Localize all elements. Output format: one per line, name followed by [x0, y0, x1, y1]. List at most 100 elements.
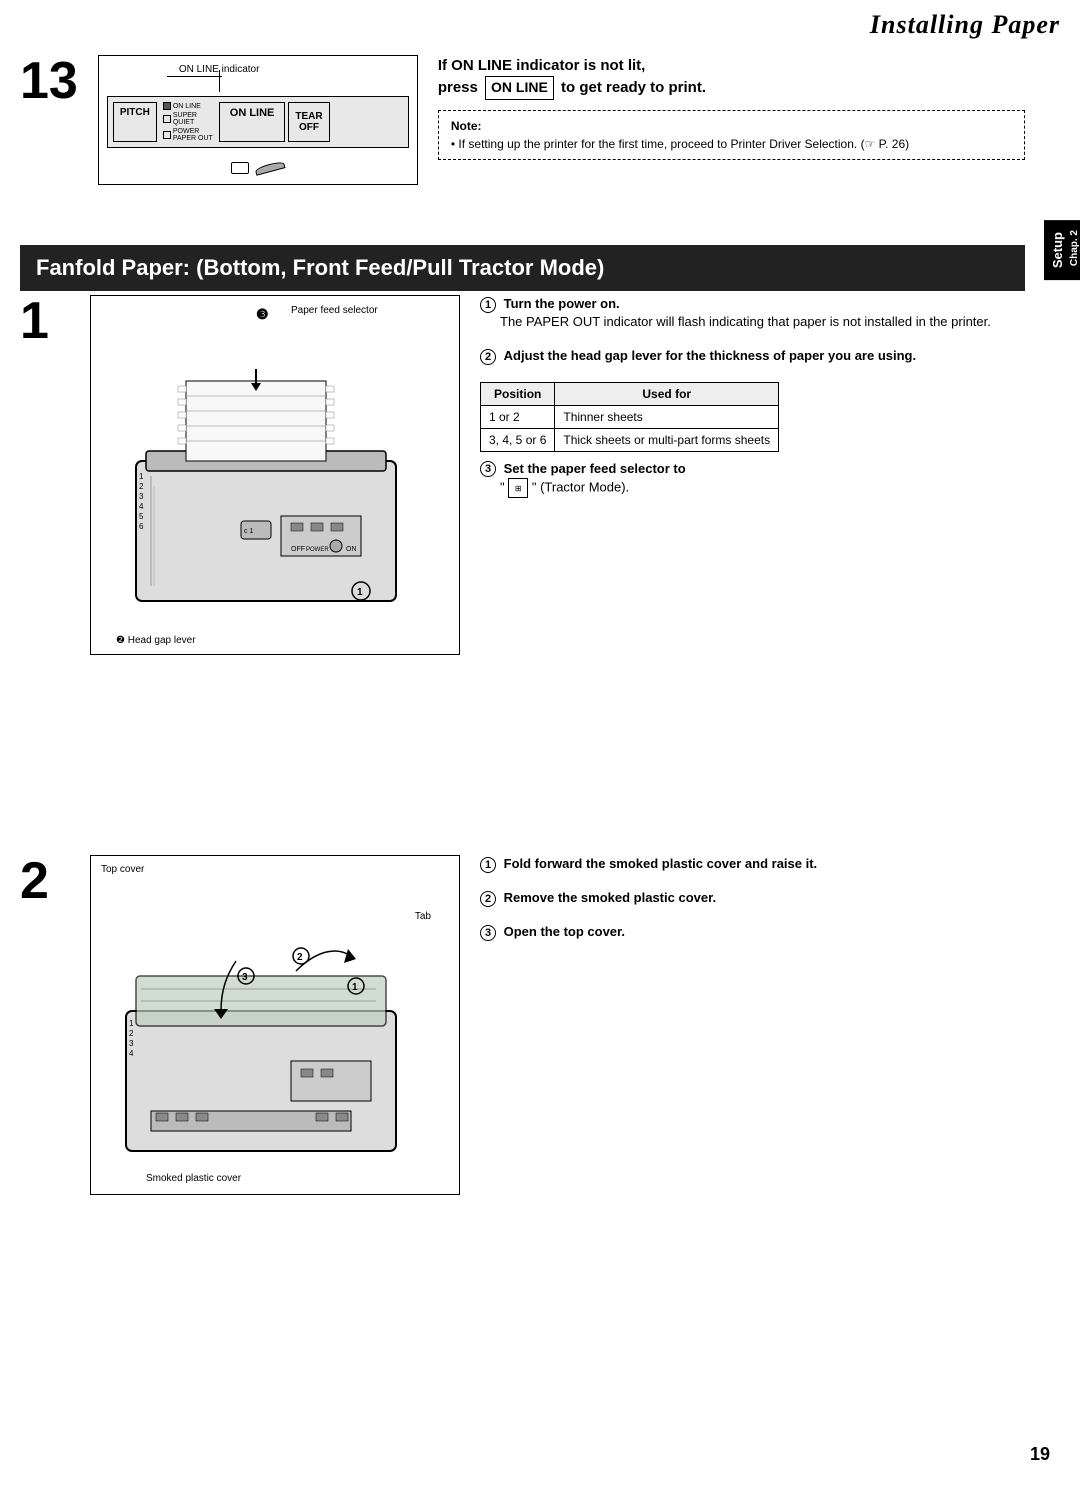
svg-text:2: 2 [297, 952, 303, 963]
super-quiet-label: SUPERQUIET [173, 112, 197, 126]
s2-step1-bold: Fold forward the smoked plastic cover an… [504, 856, 818, 871]
step1-detail: The PAPER OUT indicator will flash indic… [480, 313, 991, 331]
num-1: 1 [480, 297, 496, 313]
note-content: • If setting up the printer for the firs… [451, 137, 1012, 151]
top-cover-label: Top cover [101, 864, 144, 875]
table-cell-pos1: 1 or 2 [481, 405, 555, 428]
svg-text:1: 1 [129, 1019, 134, 1028]
section-13-instructions: If ON LINE indicator is not lit, press O… [438, 55, 1025, 185]
step-13-number: 13 [20, 55, 78, 185]
svg-text:1: 1 [352, 982, 358, 993]
super-quiet-row: SUPERQUIET [163, 112, 213, 126]
lever-shape [254, 160, 285, 175]
pitch-button: PITCH [113, 102, 157, 142]
s2-step2-bold: Remove the smoked plastic cover. [504, 890, 716, 905]
note-title: Note: [451, 119, 1012, 133]
section-2-diagram: Top cover Tab Smoked plastic cover [90, 855, 460, 1195]
table-cell-use1: Thinner sheets [555, 405, 779, 428]
tractor-mode-icon: ⊞ [508, 478, 528, 498]
online-button: ON LINE [219, 102, 286, 142]
step2-bold: Adjust the head gap lever for the thickn… [504, 348, 916, 363]
printer-svg: OFF ON POWER c 1 1 2 3 4 5 6 1 [96, 321, 426, 641]
section-13: 13 ON LINE indicator PITCH ON LINE SUPER… [20, 55, 1025, 185]
svg-text:2: 2 [139, 482, 144, 491]
table-row: 1 or 2 Thinner sheets [481, 405, 779, 428]
paper-feed-label: Paper feed selector [291, 304, 378, 317]
section-13-diagram: ON LINE indicator PITCH ON LINE SUPERQUI… [98, 55, 418, 185]
svg-text:3: 3 [242, 972, 248, 983]
num-2: 2 [480, 349, 496, 365]
power-paper-row: POWERPAPER OUT [163, 128, 213, 142]
circle-2-bottom: ❷ [116, 635, 125, 646]
s2-instruction-item-3: 3 Open the top cover. [480, 923, 1025, 941]
s2-step3-bold: Open the top cover. [504, 924, 625, 939]
table-cell-use2: Thick sheets or multi-part forms sheets [555, 428, 779, 451]
step3-bold: Set the paper feed selector to [504, 461, 686, 476]
table-row: 3, 4, 5 or 6 Thick sheets or multi-part … [481, 428, 779, 451]
page-title: Installing Paper [870, 10, 1060, 40]
paper-feed-label-text: Paper feed selector [291, 305, 378, 316]
bottom-controls [231, 162, 285, 174]
instruction-main-text: If ON LINE indicator is not lit, press O… [438, 55, 1025, 100]
online-led [163, 102, 171, 110]
note-bullet-text: If setting up the printer for the first … [458, 137, 909, 151]
instruction-item-3: 3 Set the paper feed selector to " ⊞ " (… [480, 460, 1025, 498]
printer-panel: PITCH ON LINE SUPERQUIET POWERPAPER OUT … [107, 96, 409, 148]
instr-line2: press [438, 79, 478, 96]
svg-text:OFF: OFF [291, 546, 305, 553]
svg-text:POWER: POWER [306, 547, 329, 553]
svg-text:1: 1 [357, 587, 363, 598]
off-label: OFF [299, 122, 319, 133]
step1-bold: Turn the power on. [504, 296, 620, 311]
note-box: Note: • If setting up the printer for th… [438, 110, 1025, 160]
section-1-instructions: 1 Turn the power on. The PAPER OUT indic… [480, 295, 1025, 655]
section-2-instructions: 1 Fold forward the smoked plastic cover … [480, 855, 1025, 1195]
svg-text:4: 4 [139, 502, 144, 511]
svg-text:ON: ON [346, 546, 357, 553]
power-label: POWERPAPER OUT [173, 128, 213, 142]
section-2: 2 Top cover Tab Smoked plastic cover [20, 855, 1025, 1195]
online-key-label: ON LINE [485, 76, 554, 100]
online-indicator-row: ON LINE [163, 102, 213, 110]
table-header-usedfor: Used for [555, 382, 779, 405]
instruction-item-2: 2 Adjust the head gap lever for the thic… [480, 347, 1025, 365]
s2-num-1: 1 [480, 857, 496, 873]
s2-instruction-item-2: 2 Remove the smoked plastic cover. [480, 889, 1025, 907]
svg-text:5: 5 [139, 512, 144, 521]
arrow-line [167, 76, 222, 77]
svg-text:1: 1 [139, 472, 144, 481]
section-1-diagram: Paper feed selector ❸ [90, 295, 460, 655]
tear-off-button: TEAR OFF [288, 102, 329, 142]
chapter-tab: Setup Chap. 2 [1044, 220, 1080, 280]
super-quiet-led [163, 115, 171, 123]
svg-text:c 1: c 1 [244, 528, 253, 535]
instr-line1: If ON LINE indicator is not lit, [438, 57, 646, 74]
fanfold-section-header: Fanfold Paper: (Bottom, Front Feed/Pull … [20, 245, 1025, 291]
position-table: Position Used for 1 or 2 Thinner sheets … [480, 382, 779, 452]
chapter-label: Setup [1050, 232, 1065, 268]
table-header-position: Position [481, 382, 555, 405]
svg-text:3: 3 [129, 1039, 134, 1048]
head-gap-label-text: Head gap lever [128, 635, 196, 646]
table-cell-pos2: 3, 4, 5 or 6 [481, 428, 555, 451]
arrow-vert [219, 70, 220, 92]
step-1-number: 1 [20, 295, 70, 655]
s2-num-3: 3 [480, 925, 496, 941]
svg-text:6: 6 [139, 522, 144, 531]
instruction-item-1: 1 Turn the power on. The PAPER OUT indic… [480, 295, 1025, 331]
head-gap-label: ❷ Head gap lever [116, 635, 196, 646]
num-3: 3 [480, 461, 496, 477]
s2-num-2: 2 [480, 891, 496, 907]
svg-text:4: 4 [129, 1049, 134, 1058]
online-ind-label: ON LINE [173, 103, 201, 110]
power-led [163, 131, 171, 139]
svg-text:3: 3 [139, 492, 144, 501]
s2-instruction-item-1: 1 Fold forward the smoked plastic cover … [480, 855, 1025, 873]
step-2-number: 2 [20, 855, 70, 1195]
chapter-number: Chap. 2 [1069, 230, 1080, 266]
svg-text:2: 2 [129, 1029, 134, 1038]
instr-line3: to get ready to print. [561, 79, 706, 96]
page-number: 19 [1030, 1444, 1050, 1465]
control-knob [231, 162, 249, 174]
panel-indicators: ON LINE SUPERQUIET POWERPAPER OUT [163, 102, 213, 142]
